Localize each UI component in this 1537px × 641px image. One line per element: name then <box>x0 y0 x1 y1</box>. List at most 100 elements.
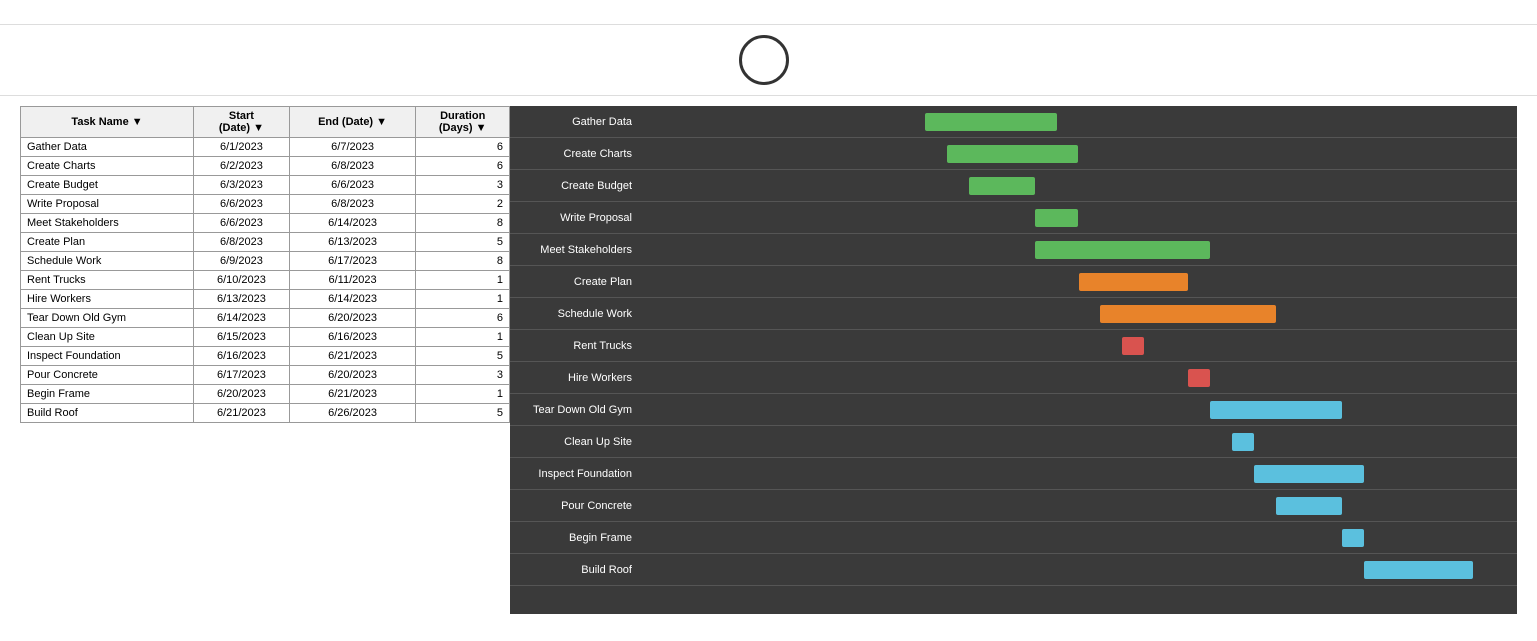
logo-bar <box>0 24 1537 96</box>
cell-task: Pour Concrete <box>21 366 194 385</box>
gantt-row-label: Inspect Foundation <box>510 468 640 480</box>
cell-end: 6/13/2023 <box>289 233 416 252</box>
table-row: Create Charts 6/2/2023 6/8/2023 6 <box>21 157 510 176</box>
gantt-bar <box>1254 465 1364 483</box>
cell-start: 6/13/2023 <box>194 290 290 309</box>
cell-duration: 5 <box>416 233 510 252</box>
gantt-row-label: Tear Down Old Gym <box>510 404 640 416</box>
gantt-bar <box>1188 369 1210 387</box>
cell-task: Clean Up Site <box>21 328 194 347</box>
cell-task: Schedule Work <box>21 252 194 271</box>
cell-end: 6/21/2023 <box>289 385 416 404</box>
cell-end: 6/8/2023 <box>289 157 416 176</box>
cell-end: 6/20/2023 <box>289 309 416 328</box>
gantt-bar <box>1276 497 1342 515</box>
table-row: Pour Concrete 6/17/2023 6/20/2023 3 <box>21 366 510 385</box>
gantt-bar-area <box>640 170 1517 201</box>
table-row: Build Roof 6/21/2023 6/26/2023 5 <box>21 404 510 423</box>
gantt-row-label: Create Plan <box>510 276 640 288</box>
cell-end: 6/7/2023 <box>289 138 416 157</box>
cell-duration: 3 <box>416 176 510 195</box>
cell-end: 6/20/2023 <box>289 366 416 385</box>
gantt-row-label: Pour Concrete <box>510 500 640 512</box>
cell-task: Meet Stakeholders <box>21 214 194 233</box>
cell-end: 6/17/2023 <box>289 252 416 271</box>
cell-end: 6/14/2023 <box>289 214 416 233</box>
gantt-row: Schedule Work <box>510 298 1517 330</box>
cell-duration: 3 <box>416 366 510 385</box>
gantt-row: Gather Data <box>510 106 1517 138</box>
cell-task: Create Budget <box>21 176 194 195</box>
table-row: Inspect Foundation 6/16/2023 6/21/2023 5 <box>21 347 510 366</box>
gantt-bar <box>1364 561 1474 579</box>
gantt-row: Begin Frame <box>510 522 1517 554</box>
cell-duration: 1 <box>416 271 510 290</box>
table-row: Clean Up Site 6/15/2023 6/16/2023 1 <box>21 328 510 347</box>
table-row: Create Plan 6/8/2023 6/13/2023 5 <box>21 233 510 252</box>
gantt-row: Rent Trucks <box>510 330 1517 362</box>
gantt-row: Pour Concrete <box>510 490 1517 522</box>
cell-start: 6/15/2023 <box>194 328 290 347</box>
cell-task: Begin Frame <box>21 385 194 404</box>
table-row: Write Proposal 6/6/2023 6/8/2023 2 <box>21 195 510 214</box>
cell-duration: 1 <box>416 328 510 347</box>
cell-duration: 1 <box>416 385 510 404</box>
cell-task: Create Charts <box>21 157 194 176</box>
cell-duration: 6 <box>416 309 510 328</box>
gantt-row: Meet Stakeholders <box>510 234 1517 266</box>
cell-start: 6/9/2023 <box>194 252 290 271</box>
cell-start: 6/14/2023 <box>194 309 290 328</box>
cell-end: 6/11/2023 <box>289 271 416 290</box>
table-row: Schedule Work 6/9/2023 6/17/2023 8 <box>21 252 510 271</box>
table-row: Tear Down Old Gym 6/14/2023 6/20/2023 6 <box>21 309 510 328</box>
cell-task: Write Proposal <box>21 195 194 214</box>
cell-task: Inspect Foundation <box>21 347 194 366</box>
gantt-bar-area <box>640 394 1517 425</box>
cell-end: 6/6/2023 <box>289 176 416 195</box>
gantt-bar <box>1100 305 1275 323</box>
gantt-bar <box>925 113 1057 131</box>
gantt-row: Create Budget <box>510 170 1517 202</box>
gantt-row: Clean Up Site <box>510 426 1517 458</box>
cell-task: Create Plan <box>21 233 194 252</box>
gantt-bar-area <box>640 554 1517 585</box>
cell-duration: 6 <box>416 138 510 157</box>
gantt-row-label: Create Charts <box>510 148 640 160</box>
gantt-row: Create Charts <box>510 138 1517 170</box>
gantt-bar-area <box>640 458 1517 489</box>
cell-duration: 6 <box>416 157 510 176</box>
gantt-bar <box>1122 337 1144 355</box>
cell-start: 6/8/2023 <box>194 233 290 252</box>
gantt-row-label: Hire Workers <box>510 372 640 384</box>
cell-duration: 8 <box>416 252 510 271</box>
cell-task: Rent Trucks <box>21 271 194 290</box>
cell-start: 6/6/2023 <box>194 195 290 214</box>
gantt-bar-area <box>640 298 1517 329</box>
cell-start: 6/2/2023 <box>194 157 290 176</box>
gantt-bar <box>947 145 1079 163</box>
cell-start: 6/20/2023 <box>194 385 290 404</box>
cell-duration: 2 <box>416 195 510 214</box>
col-header-task: Task Name ▼ <box>21 107 194 138</box>
gantt-bar-area <box>640 138 1517 169</box>
gantt-bar-area <box>640 522 1517 553</box>
cell-end: 6/14/2023 <box>289 290 416 309</box>
gantt-bar-area <box>640 362 1517 393</box>
gantt-bar <box>1035 241 1210 259</box>
cell-duration: 8 <box>416 214 510 233</box>
gantt-row-label: Create Budget <box>510 180 640 192</box>
gantt-bar-area <box>640 106 1517 137</box>
cell-end: 6/21/2023 <box>289 347 416 366</box>
cell-end: 6/8/2023 <box>289 195 416 214</box>
gantt-chart: Gather DataCreate ChartsCreate BudgetWri… <box>510 106 1517 614</box>
gantt-row-label: Clean Up Site <box>510 436 640 448</box>
cell-start: 6/1/2023 <box>194 138 290 157</box>
gantt-bar <box>1210 401 1342 419</box>
table-row: Create Budget 6/3/2023 6/6/2023 3 <box>21 176 510 195</box>
page-header <box>0 0 1537 24</box>
gantt-row: Create Plan <box>510 266 1517 298</box>
logo-icon <box>739 35 789 85</box>
cell-start: 6/10/2023 <box>194 271 290 290</box>
cell-task: Tear Down Old Gym <box>21 309 194 328</box>
cell-start: 6/6/2023 <box>194 214 290 233</box>
